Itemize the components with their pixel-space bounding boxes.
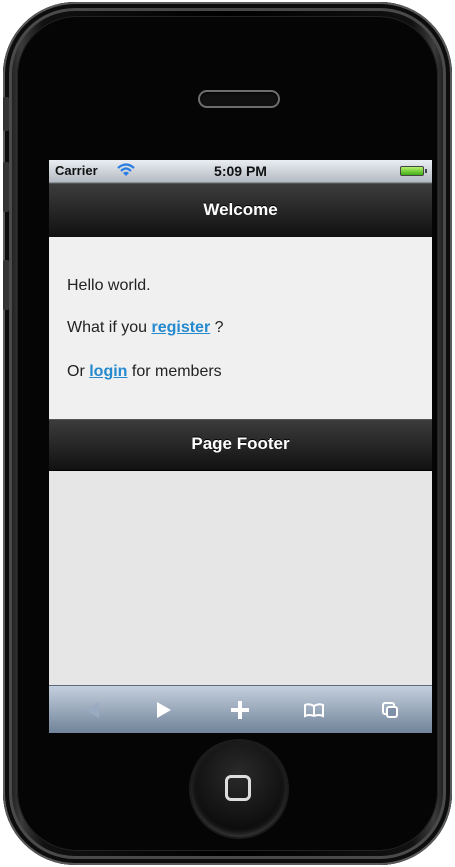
login-line: Or login for members <box>67 363 222 380</box>
phone-screen: Carrier 5:09 PM Welcome Hello world. Wha… <box>49 160 432 733</box>
back-icon <box>86 702 99 718</box>
content-area: Hello world. What if you register ? Or l… <box>49 237 432 419</box>
side-button <box>3 162 9 212</box>
status-time: 5:09 PM <box>214 163 267 179</box>
home-button[interactable] <box>191 741 287 837</box>
page-title: Welcome <box>203 200 278 219</box>
bookmarks-button[interactable] <box>290 686 338 733</box>
greeting-text: Hello world. <box>67 277 151 294</box>
register-link[interactable]: register <box>151 319 210 336</box>
footer-title: Page Footer <box>191 434 290 453</box>
browser-toolbar <box>49 685 432 733</box>
pages-icon <box>382 702 398 718</box>
header-bar: Welcome <box>49 183 432 238</box>
pages-button[interactable] <box>366 686 414 733</box>
add-button[interactable] <box>216 686 264 733</box>
forward-icon <box>157 702 171 718</box>
home-square-icon <box>225 775 251 801</box>
login-link[interactable]: login <box>89 363 127 380</box>
back-button[interactable] <box>68 686 116 733</box>
side-button <box>3 97 9 131</box>
battery-icon <box>400 166 427 176</box>
add-icon <box>231 701 249 719</box>
footer-bar: Page Footer <box>49 419 432 471</box>
forward-button[interactable] <box>140 686 188 733</box>
bookmarks-icon <box>304 703 324 718</box>
register-line: What if you register ? <box>67 319 224 336</box>
earpiece-speaker <box>198 90 280 108</box>
status-bar: Carrier 5:09 PM <box>49 160 432 183</box>
side-button <box>3 260 9 310</box>
